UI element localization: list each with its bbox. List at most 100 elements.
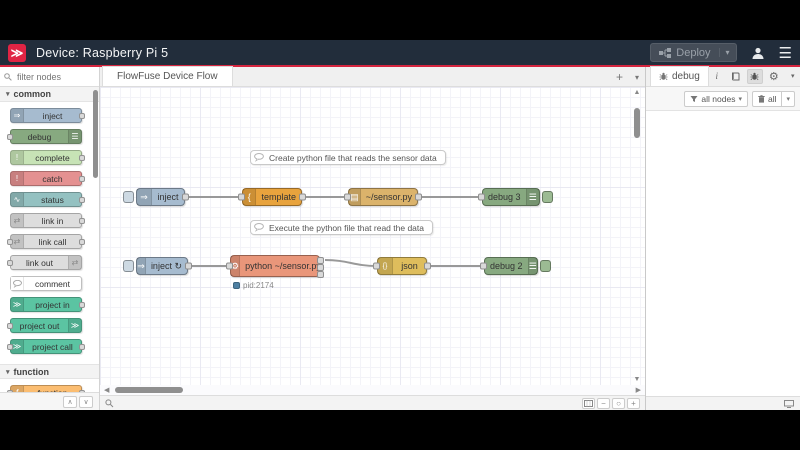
- palette-node-comment[interactable]: comment: [10, 276, 82, 291]
- navigator-button[interactable]: [582, 397, 595, 409]
- debug-icon: ☰: [525, 189, 539, 205]
- output-port[interactable]: [182, 193, 189, 201]
- palette-node-project-out[interactable]: project out ≫: [7, 318, 82, 333]
- node-file-sensor-py[interactable]: ▤ ~/sensor.py: [344, 188, 422, 206]
- right-sidebar: debug i ⚙ ▾ all nodes ▾ all ▾: [645, 66, 800, 410]
- canvas-vscrollbar[interactable]: ▲ ▼: [632, 87, 642, 385]
- node-exec-python[interactable]: ⚙ python ~/sensor.py: [226, 255, 324, 278]
- output-port[interactable]: [424, 262, 431, 270]
- user-icon: [752, 47, 764, 59]
- scroll-down-icon[interactable]: ▼: [634, 376, 641, 383]
- node-red-editor: ≫ Device: Raspberry Pi 5 Deploy ▾ ☰ filt…: [0, 40, 800, 410]
- device-title: Device: Raspberry Pi 5: [36, 45, 169, 60]
- input-port: [7, 322, 13, 329]
- input-port[interactable]: [478, 193, 485, 201]
- palette-scrollbar[interactable]: [93, 90, 98, 178]
- palette-node-debug[interactable]: debug ☰: [7, 129, 82, 144]
- inject-trigger-button[interactable]: [123, 191, 134, 203]
- node-inject-repeat[interactable]: ⇒ inject ↻: [123, 257, 192, 275]
- debug-tab-icon[interactable]: [746, 68, 763, 84]
- add-flow-button[interactable]: +: [616, 70, 623, 84]
- output-port[interactable]: [299, 193, 306, 201]
- scroll-up-icon[interactable]: ▲: [634, 89, 641, 96]
- node-debug-3[interactable]: debug 3 ☰: [478, 188, 553, 206]
- palette-node-inject[interactable]: ⇒ inject: [10, 108, 85, 123]
- output-port-stderr[interactable]: [317, 264, 324, 271]
- scroll-right-icon[interactable]: ▶: [636, 386, 641, 394]
- palette-search[interactable]: [0, 67, 99, 87]
- chevron-down-icon: ▾: [738, 95, 742, 103]
- output-port: [79, 389, 85, 392]
- flow-canvas[interactable]: Create python file that reads the sensor…: [100, 87, 645, 385]
- clear-options-caret[interactable]: ▾: [781, 91, 794, 106]
- input-port: [7, 238, 13, 245]
- search-flows-icon[interactable]: [105, 398, 114, 408]
- output-port[interactable]: [185, 262, 192, 270]
- output-port-stdout[interactable]: [317, 257, 324, 264]
- palette-node-status[interactable]: ∿ status: [10, 192, 85, 207]
- canvas-hscrollbar[interactable]: ◀ ▶: [100, 385, 645, 395]
- output-port-rc[interactable]: [317, 271, 324, 278]
- node-label: debug 3: [488, 192, 521, 202]
- output-port[interactable]: [415, 193, 422, 201]
- node-inject-1[interactable]: ⇒ inject: [123, 188, 189, 206]
- comment-bubble-icon: [251, 153, 267, 162]
- tab-flowfuse-device-flow[interactable]: FlowFuse Device Flow: [102, 66, 233, 86]
- palette-node-project-in[interactable]: ≫ project in: [10, 297, 85, 312]
- main-menu-button[interactable]: ☰: [779, 44, 792, 62]
- comment-node-execute-file[interactable]: Execute the python file that read the da…: [250, 220, 433, 235]
- output-port: [79, 343, 85, 350]
- palette-node-project-call[interactable]: ≫ project call: [7, 339, 85, 354]
- input-port[interactable]: [373, 262, 380, 270]
- palette-list: ▾ common ⇒ inject debug ☰ ! complete ! c…: [0, 87, 99, 392]
- node-template[interactable]: { template: [238, 188, 306, 206]
- deploy-caret[interactable]: ▾: [718, 48, 736, 57]
- output-port: [79, 217, 85, 224]
- palette-node-catch[interactable]: ! catch: [10, 171, 85, 186]
- palette-node-label: function: [24, 386, 81, 393]
- input-port[interactable]: [344, 193, 351, 201]
- tab-debug[interactable]: debug: [650, 66, 709, 86]
- input-port[interactable]: [226, 262, 233, 270]
- deploy-button[interactable]: Deploy ▾: [650, 43, 737, 62]
- palette-category-function[interactable]: ▾ function: [0, 364, 99, 379]
- chevron-down-icon: ▾: [6, 91, 10, 98]
- help-book-icon[interactable]: [728, 69, 744, 84]
- deploy-button-main[interactable]: Deploy: [651, 47, 718, 59]
- node-debug-2[interactable]: debug 2 ☰: [480, 257, 551, 275]
- vscroll-thumb[interactable]: [634, 108, 640, 138]
- sidebar-more-caret[interactable]: ▾: [785, 69, 800, 84]
- open-window-icon[interactable]: [784, 399, 794, 408]
- filter-nodes-button[interactable]: all nodes ▾: [684, 90, 748, 107]
- config-gear-icon[interactable]: ⚙: [766, 69, 782, 84]
- node-json[interactable]: {} json: [373, 257, 431, 275]
- comment-node-create-file[interactable]: Create python file that reads the sensor…: [250, 150, 446, 165]
- info-tab-icon[interactable]: i: [709, 69, 725, 84]
- palette-node-function[interactable]: ƒ function: [7, 385, 85, 393]
- palette-category-common[interactable]: ▾ common: [0, 87, 99, 102]
- debug-toggle-button[interactable]: [540, 260, 551, 272]
- palette-filter-input[interactable]: [15, 70, 85, 83]
- hscroll-thumb[interactable]: [115, 387, 184, 393]
- debug-toggle-button[interactable]: [542, 191, 553, 203]
- scroll-left-icon[interactable]: ◀: [104, 386, 109, 394]
- clear-all-segment[interactable]: all: [753, 92, 782, 106]
- palette-node-link-out[interactable]: link out ⇄: [7, 255, 82, 270]
- clear-messages-button[interactable]: all ▾: [751, 90, 795, 107]
- palette-node-link-in[interactable]: ⇄ link in: [10, 213, 85, 228]
- input-port[interactable]: [480, 262, 487, 270]
- input-port[interactable]: [238, 193, 245, 201]
- zoom-in-button[interactable]: +: [627, 397, 640, 409]
- palette-node-complete[interactable]: ! complete: [10, 150, 85, 165]
- zoom-reset-button[interactable]: ○: [612, 397, 625, 409]
- user-button[interactable]: [751, 46, 765, 60]
- collapse-all-button[interactable]: ∧: [63, 395, 77, 408]
- inject-icon: ⇒: [137, 189, 152, 205]
- zoom-out-button[interactable]: −: [597, 397, 610, 409]
- inject-trigger-button[interactable]: [123, 260, 134, 272]
- flow-list-caret[interactable]: ▾: [635, 73, 639, 82]
- palette-node-link-call[interactable]: ⇄ link call: [7, 234, 85, 249]
- expand-all-button[interactable]: ∨: [79, 395, 93, 408]
- output-port: [79, 301, 85, 308]
- node-label: debug 2: [490, 261, 523, 271]
